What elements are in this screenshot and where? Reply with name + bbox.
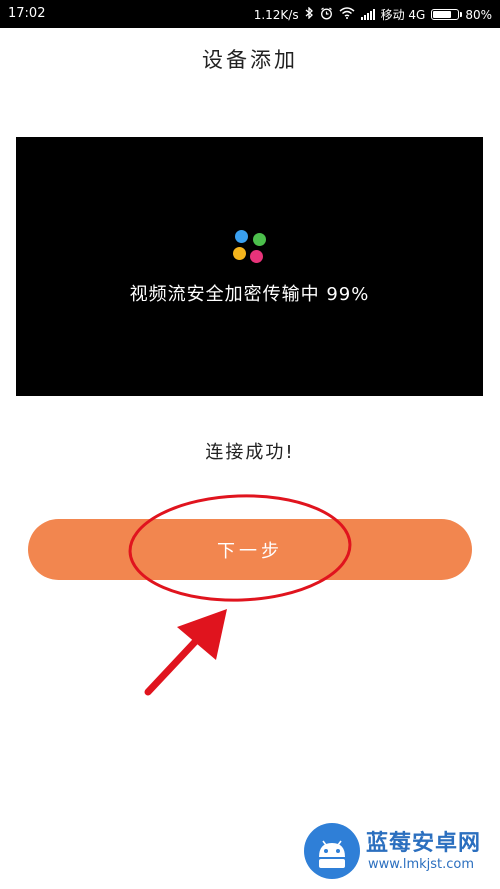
- status-icons: 1.12K/s 移动 4G 80%: [254, 6, 492, 23]
- loading-dot: [233, 247, 246, 260]
- loading-dot: [253, 233, 266, 246]
- carrier-label: 移动 4G: [380, 8, 426, 22]
- watermark-name: 蓝莓安卓网: [366, 831, 482, 856]
- pointer-arrow-icon: [144, 609, 227, 696]
- bluetooth-icon: [305, 6, 314, 22]
- clock: 17:02: [8, 6, 46, 21]
- loading-dots-icon: [233, 230, 269, 266]
- page-title: 设备添加: [202, 48, 298, 72]
- battery-icon: [431, 9, 463, 20]
- loading-dot: [235, 230, 248, 243]
- next-step-button[interactable]: 下一步: [28, 519, 472, 580]
- alarm-icon: [320, 7, 333, 23]
- connection-status: 连接成功!: [205, 442, 295, 463]
- watermark: 蓝莓安卓网 www.lmkjst.com: [304, 815, 494, 885]
- android-logo-icon: [304, 823, 360, 879]
- video-preview: 视频流安全加密传输中 99%: [16, 137, 483, 396]
- watermark-url: www.lmkjst.com: [368, 857, 475, 872]
- hd-signal-icon: [360, 9, 375, 20]
- battery-percent: 80%: [465, 7, 492, 22]
- loading-text: 视频流安全加密传输中 99%: [129, 284, 370, 305]
- status-bar: 17:02 1.12K/s 移动 4G 80%: [0, 0, 500, 28]
- network-speed: 1.12K/s: [253, 7, 299, 22]
- wifi-icon: [339, 7, 355, 22]
- next-step-label: 下一步: [217, 540, 283, 562]
- loading-dot: [250, 250, 263, 263]
